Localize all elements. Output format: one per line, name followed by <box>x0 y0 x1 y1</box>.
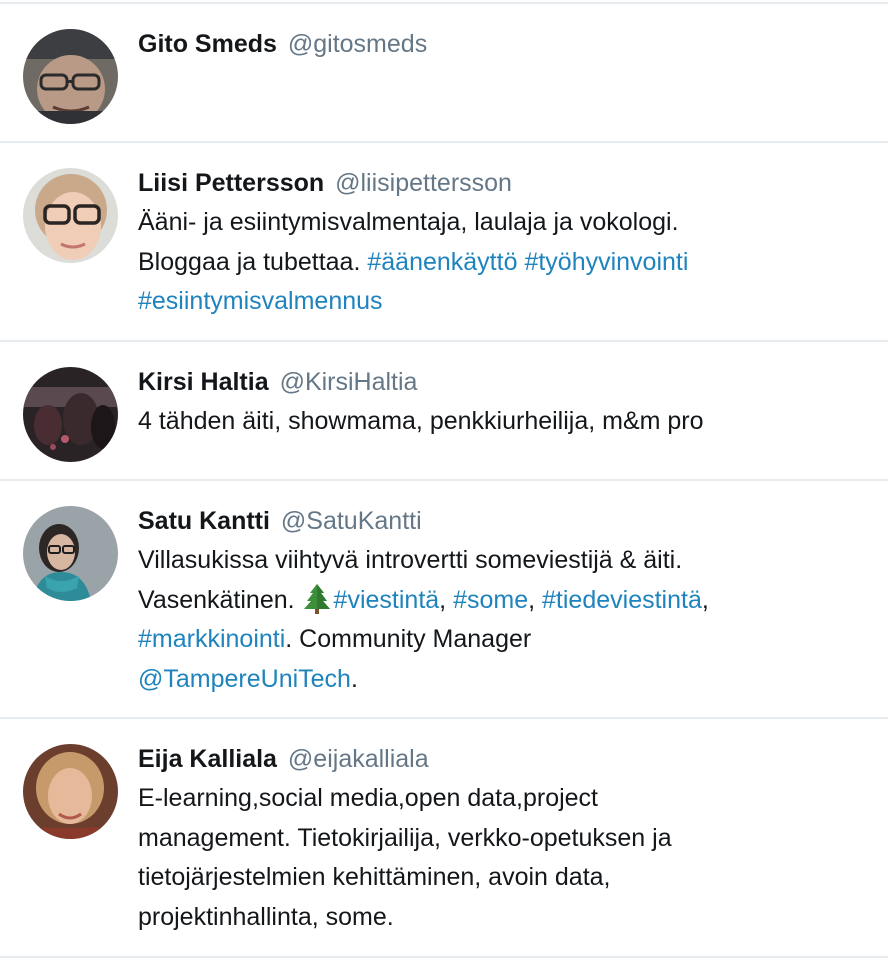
name-line: Kirsi Haltia @KirsiHaltia <box>138 366 868 398</box>
bio-text: Vasenkätinen. <box>138 585 295 614</box>
user-handle[interactable]: @KirsiHaltia <box>280 368 418 396</box>
bio-punctuation: , <box>528 585 543 614</box>
user-info: Satu Kantti @SatuKantti Villasukissa vii… <box>138 505 868 699</box>
hashtag-link[interactable]: #tiedeviestintä <box>542 586 702 614</box>
name-line: Eija Kalliala @eijakalliala <box>138 743 868 775</box>
user-row[interactable]: Liisi Pettersson @liisipettersson Ääni- … <box>0 143 888 342</box>
avatar-photo <box>23 168 118 263</box>
user-row[interactable]: Kirsi Haltia @KirsiHaltia 4 tähden äiti,… <box>0 342 888 481</box>
hashtag-link[interactable]: #viestintä <box>334 586 440 614</box>
user-list: Gito Smeds @gitosmeds Liisi Pettersson @… <box>0 0 888 966</box>
avatar[interactable] <box>23 29 118 124</box>
bio-text: 4 tähden äiti, showmama, penkkiurheilija… <box>138 407 704 435</box>
avatar[interactable] <box>23 168 118 263</box>
bio-punctuation: , <box>701 585 709 614</box>
hashtag-link[interactable]: #esiintymisvalmennus <box>138 287 383 315</box>
bio-punctuation: , <box>439 585 454 614</box>
user-handle[interactable]: @SatuKantti <box>281 507 422 535</box>
user-fullname[interactable]: Gito Smeds <box>138 30 277 58</box>
user-bio: Ääni- ja esiintymisvalmentaja, laulaja j… <box>138 203 868 322</box>
user-fullname[interactable]: Satu Kantti <box>138 507 270 535</box>
name-line: Satu Kantti @SatuKantti <box>138 505 868 537</box>
bio-text: management. Tietokirjailija, verkko-opet… <box>138 823 672 852</box>
avatar-photo <box>23 506 118 601</box>
christmas-tree-icon <box>302 582 332 614</box>
user-info: Kirsi Haltia @KirsiHaltia 4 tähden äiti,… <box>138 366 868 442</box>
user-fullname[interactable]: Kirsi Haltia <box>138 368 269 396</box>
user-info: Eija Kalliala @eijakalliala E-learning,s… <box>138 743 868 937</box>
avatar-photo <box>23 367 118 462</box>
name-line: Gito Smeds @gitosmeds <box>138 28 868 60</box>
user-bio: 4 tähden äiti, showmama, penkkiurheilija… <box>138 402 868 442</box>
user-row[interactable]: Eija Kalliala @eijakalliala E-learning,s… <box>0 719 888 958</box>
avatar-photo <box>23 744 118 839</box>
bio-text: Ääni- ja esiintymisvalmentaja, laulaja j… <box>138 208 679 236</box>
user-info: Liisi Pettersson @liisipettersson Ääni- … <box>138 167 868 322</box>
user-row[interactable]: Satu Kantti @SatuKantti Villasukissa vii… <box>0 481 888 719</box>
avatar-photo <box>23 29 118 124</box>
bio-text: projektinhallinta, some. <box>138 902 394 931</box>
avatar[interactable] <box>23 367 118 462</box>
user-handle[interactable]: @gitosmeds <box>288 30 427 58</box>
user-bio: Villasukissa viihtyvä introvertti somevi… <box>138 541 868 699</box>
hashtag-link[interactable]: #some <box>453 586 528 614</box>
mention-link[interactable]: @TampereUniTech <box>138 665 351 693</box>
avatar[interactable] <box>23 506 118 601</box>
bio-text: E-learning,social media,open data,projec… <box>138 784 598 812</box>
bio-text: Bloggaa ja tubettaa. <box>138 247 361 276</box>
bio-text: Villasukissa viihtyvä introvertti somevi… <box>138 546 683 574</box>
bio-text: . <box>350 664 358 693</box>
hashtag-link[interactable]: #markkinointi <box>138 625 285 653</box>
user-fullname[interactable]: Liisi Pettersson <box>138 169 324 197</box>
bio-text: . Community Manager <box>285 625 532 653</box>
hashtag-link[interactable]: #työhyvinvointi <box>524 248 688 276</box>
bio-text: tietojärjestelmien kehittäminen, avoin d… <box>138 863 611 891</box>
user-handle[interactable]: @eijakalliala <box>288 745 429 773</box>
user-row[interactable]: Gito Smeds @gitosmeds <box>0 4 888 143</box>
user-handle[interactable]: @liisipettersson <box>335 169 512 197</box>
avatar[interactable] <box>23 744 118 839</box>
hashtag-link[interactable]: #äänenkäyttö <box>367 248 517 276</box>
name-line: Liisi Pettersson @liisipettersson <box>138 167 868 199</box>
user-bio: E-learning,social media,open data,projec… <box>138 779 868 937</box>
user-fullname[interactable]: Eija Kalliala <box>138 745 277 773</box>
user-info: Gito Smeds @gitosmeds <box>138 28 868 60</box>
